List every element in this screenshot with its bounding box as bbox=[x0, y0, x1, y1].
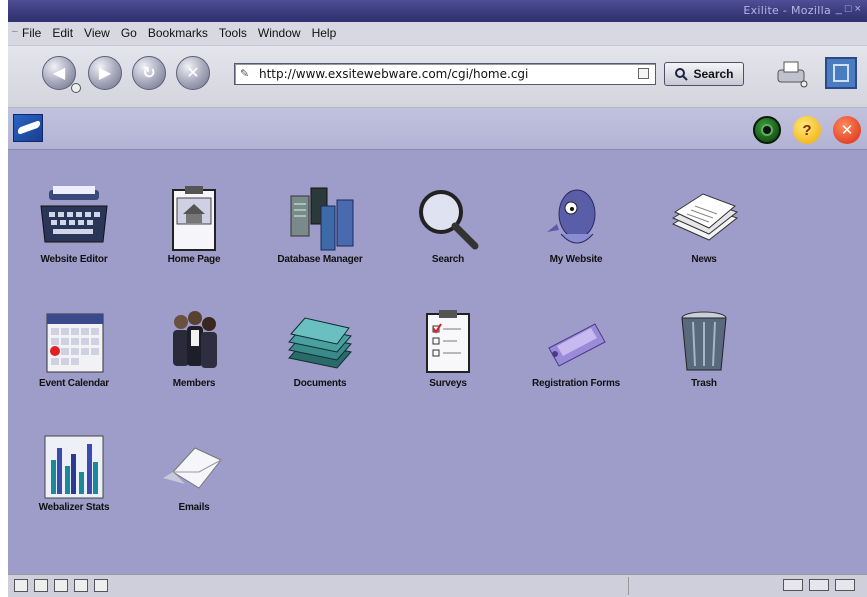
menu-window[interactable]: Window bbox=[258, 26, 301, 40]
tile-label: Search bbox=[431, 254, 465, 265]
tile-label: Home Page bbox=[167, 254, 221, 265]
printer-icon[interactable] bbox=[774, 58, 810, 88]
magnifier-icon bbox=[419, 190, 479, 250]
document-stack-icon bbox=[288, 317, 352, 369]
ticket-icon bbox=[548, 323, 606, 367]
tile-news[interactable]: News bbox=[644, 184, 764, 265]
newspaper-icon bbox=[671, 193, 739, 241]
tile-label: My Website bbox=[549, 254, 603, 265]
status-divider bbox=[628, 577, 629, 595]
menu-bookmarks[interactable]: Bookmarks bbox=[148, 26, 208, 40]
tile-label: Emails bbox=[178, 502, 210, 513]
bar-chart-icon bbox=[44, 435, 104, 499]
stop-button[interactable]: ✕ bbox=[176, 56, 210, 90]
tile-label: Members bbox=[172, 378, 216, 389]
navigator-icon[interactable] bbox=[14, 579, 28, 592]
people-icon bbox=[173, 311, 217, 368]
server-stack-icon bbox=[290, 187, 354, 251]
window-title: Exilite - Mozilla bbox=[743, 4, 831, 17]
tile-surveys[interactable]: Surveys bbox=[388, 308, 508, 389]
tile-home-page[interactable]: Home Page bbox=[134, 184, 254, 265]
help-icon[interactable]: ? bbox=[793, 116, 821, 144]
tile-webalizer-stats[interactable]: Webalizer Stats bbox=[14, 432, 134, 513]
tile-trash[interactable]: Trash bbox=[644, 308, 764, 389]
menubar: ‒ File Edit View Go Bookmarks Tools Wind… bbox=[8, 22, 867, 46]
search-button-label: Search bbox=[693, 67, 734, 81]
reload-button[interactable]: ↻ bbox=[132, 56, 166, 90]
menu-help[interactable]: Help bbox=[312, 26, 337, 40]
tile-label: Registration Forms bbox=[531, 378, 621, 389]
clipboard-house-icon bbox=[172, 186, 216, 251]
globe-fish-icon bbox=[547, 189, 596, 244]
bookmark-page-icon[interactable] bbox=[638, 68, 649, 79]
tile-search[interactable]: Search bbox=[388, 184, 508, 265]
window-controls[interactable]: _ □ × bbox=[836, 3, 861, 15]
tile-label: Website Editor bbox=[40, 254, 108, 265]
status-bar bbox=[8, 574, 867, 597]
app-main-area: Website Editor Home Page Database Manage… bbox=[8, 150, 867, 574]
mail-icon[interactable] bbox=[34, 579, 48, 592]
forward-button[interactable]: ▶ bbox=[88, 56, 122, 90]
search-button[interactable]: Search bbox=[664, 62, 744, 86]
exsite-logo[interactable] bbox=[13, 114, 43, 142]
menu-edit[interactable]: Edit bbox=[52, 26, 73, 40]
page-icon: ✎ bbox=[240, 68, 250, 80]
online-status-icon bbox=[783, 579, 803, 591]
stop-icon: ✕ bbox=[186, 65, 200, 82]
tile-label: Surveys bbox=[429, 378, 467, 389]
tile-emails[interactable]: Emails bbox=[134, 432, 254, 513]
settings-icon[interactable] bbox=[753, 116, 781, 144]
security-lock-icon bbox=[835, 579, 855, 591]
survey-clipboard-icon bbox=[426, 310, 470, 373]
envelope-icon bbox=[163, 447, 222, 489]
tile-label: Database Manager bbox=[277, 254, 363, 265]
menu-file[interactable]: File bbox=[22, 26, 41, 40]
tile-database-manager[interactable]: Database Manager bbox=[260, 184, 380, 265]
navigation-toolbar: ◀ ▶ ↻ ✕ ✎ http://www.exsitewebware.com/c… bbox=[8, 46, 867, 108]
composer-icon[interactable] bbox=[74, 579, 88, 592]
reload-icon: ↻ bbox=[142, 65, 156, 82]
back-arrow-icon: ◀ bbox=[52, 65, 66, 82]
search-icon bbox=[675, 68, 689, 81]
mozilla-throbber-icon[interactable] bbox=[825, 57, 857, 89]
tile-members[interactable]: Members bbox=[134, 308, 254, 389]
menu-go[interactable]: Go bbox=[121, 26, 137, 40]
calendar-icon bbox=[46, 313, 104, 373]
address-book-icon[interactable] bbox=[94, 579, 108, 592]
tile-documents[interactable]: Documents bbox=[260, 308, 380, 389]
tile-label: Documents bbox=[293, 378, 347, 389]
tile-label: Trash bbox=[691, 378, 717, 389]
tile-label: Webalizer Stats bbox=[38, 502, 110, 513]
menu-view[interactable]: View bbox=[84, 26, 110, 40]
url-bar[interactable]: ✎ http://www.exsitewebware.com/cgi/home.… bbox=[234, 63, 656, 85]
back-button[interactable]: ◀ bbox=[42, 56, 81, 93]
tile-my-website[interactable]: My Website bbox=[516, 184, 636, 265]
typewriter-icon bbox=[40, 186, 108, 243]
tile-label: Event Calendar bbox=[38, 378, 109, 389]
tile-website-editor[interactable]: Website Editor bbox=[14, 184, 134, 265]
window-titlebar: Exilite - Mozilla _ □ × bbox=[8, 0, 867, 22]
tile-event-calendar[interactable]: Event Calendar bbox=[14, 308, 134, 389]
app-toolbar: ? ✕ bbox=[8, 108, 867, 150]
tile-registration-forms[interactable]: Registration Forms bbox=[516, 308, 636, 389]
tile-label: News bbox=[691, 254, 717, 265]
trash-can-icon bbox=[681, 311, 727, 371]
forward-arrow-icon: ▶ bbox=[98, 65, 112, 82]
menubar-grip[interactable]: ‒ bbox=[12, 26, 18, 37]
popup-blocker-icon bbox=[809, 579, 829, 591]
close-icon[interactable]: ✕ bbox=[833, 116, 861, 144]
url-text[interactable]: http://www.exsitewebware.com/cgi/home.cg… bbox=[259, 67, 528, 81]
chat-icon[interactable] bbox=[54, 579, 68, 592]
menu-tools[interactable]: Tools bbox=[219, 26, 247, 40]
